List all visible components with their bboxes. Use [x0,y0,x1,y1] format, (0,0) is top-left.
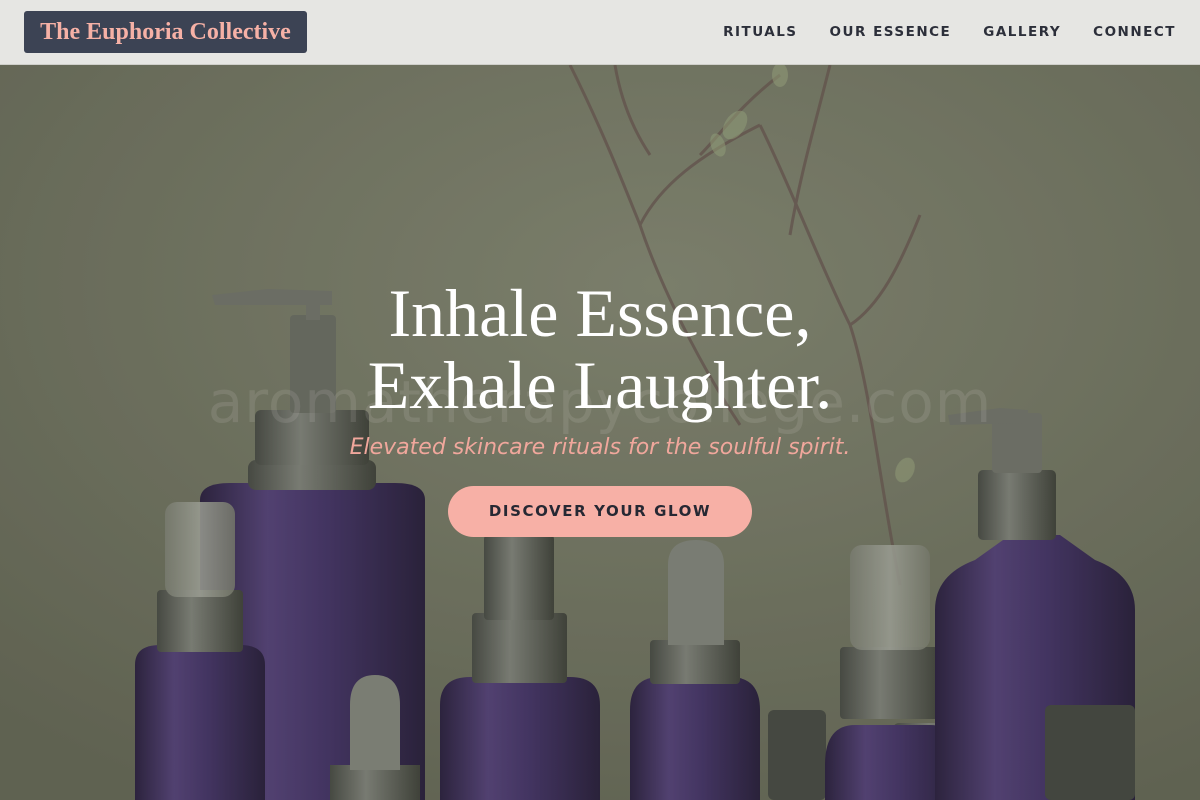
hero-title: Inhale Essence, Exhale Laughter. [0,277,1200,421]
nav-link-connect[interactable]: CONNECT [1093,24,1176,40]
discover-your-glow-button[interactable]: DISCOVER YOUR GLOW [448,486,752,537]
hero-title-line-1: Inhale Essence, [388,275,812,351]
hero-subtitle: Elevated skincare rituals for the soulfu… [349,435,851,460]
nav-link-gallery[interactable]: GALLERY [983,24,1061,40]
nav-link-rituals[interactable]: RITUALS [723,24,797,40]
brand-logo[interactable]: The Euphoria Collective [24,11,307,53]
hero-title-line-2: Exhale Laughter. [367,347,833,423]
site-header: The Euphoria Collective RITUALS OUR ESSE… [0,0,1200,65]
hero-section: aromatherapycollege.com Inhale Essence, … [0,65,1200,800]
main-nav: RITUALS OUR ESSENCE GALLERY CONNECT [723,0,1176,64]
nav-link-our-essence[interactable]: OUR ESSENCE [830,24,952,40]
